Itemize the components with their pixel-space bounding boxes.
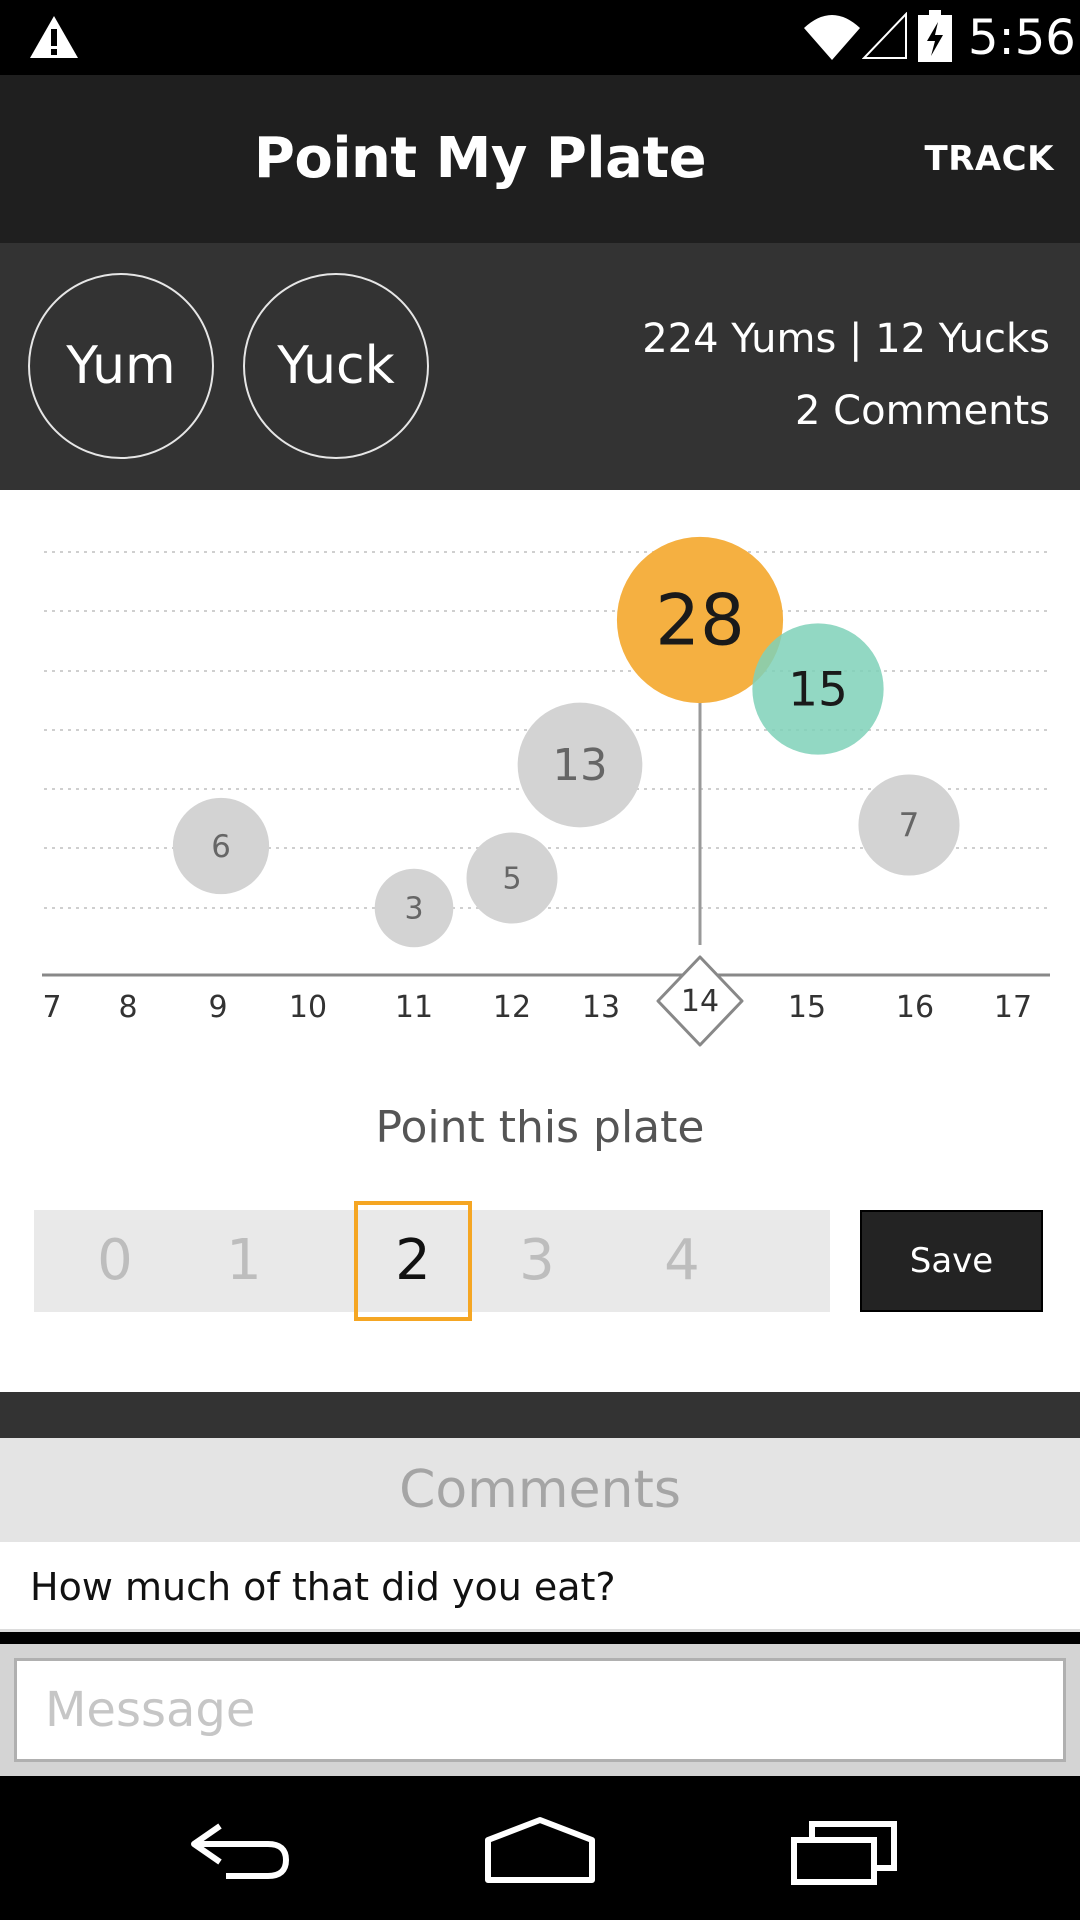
point-option-2[interactable]: 2 xyxy=(354,1201,472,1321)
tick-label: 12 xyxy=(493,990,531,1025)
recents-icon[interactable] xyxy=(790,1806,900,1890)
point-option-3[interactable]: 3 xyxy=(478,1210,596,1312)
comments-count: 2 Comments xyxy=(795,388,1050,434)
tick-label: 7 xyxy=(42,990,61,1025)
comment-text: How much of that did you eat? xyxy=(30,1565,616,1609)
app-bar: Point My Plate TRACK xyxy=(0,75,1080,243)
bubble-label: 6 xyxy=(211,829,231,865)
wifi-icon xyxy=(804,15,860,60)
clock: 5:56 xyxy=(968,10,1076,66)
signal-icon xyxy=(862,12,907,59)
tick-label: 13 xyxy=(582,990,620,1025)
point-picker: 0 1 2 3 4 xyxy=(34,1201,830,1321)
yuck-button[interactable]: Yuck xyxy=(243,273,429,459)
track-button[interactable]: TRACK xyxy=(925,75,1055,243)
bubble-label: 13 xyxy=(552,741,607,791)
point-option-0[interactable]: 0 xyxy=(56,1210,174,1312)
tick-label: 8 xyxy=(118,990,137,1025)
tick-label-selected: 14 xyxy=(681,984,719,1019)
page-title: Point My Plate xyxy=(253,126,707,191)
bubble-label: 5 xyxy=(502,862,521,897)
tick-label: 10 xyxy=(289,990,327,1025)
bubble-label: 15 xyxy=(788,662,848,717)
status-bar: 5:56 xyxy=(0,0,1080,75)
yum-yuck-summary: 224 Yums | 12 Yucks xyxy=(642,316,1050,362)
warning-icon xyxy=(30,16,78,58)
battery-charging-icon xyxy=(918,10,952,62)
nav-bar xyxy=(0,1776,1080,1920)
tick-label: 9 xyxy=(208,990,227,1025)
bubble-label: 7 xyxy=(899,806,920,844)
comments-header: Comments xyxy=(0,1438,1080,1542)
section-divider xyxy=(0,1392,1080,1438)
message-input[interactable] xyxy=(14,1658,1066,1762)
tick-label: 16 xyxy=(896,990,934,1025)
message-bar xyxy=(0,1644,1080,1776)
rating-bar: Yum Yuck 224 Yums | 12 Yucks 2 Comments xyxy=(0,243,1080,490)
tick-label: 15 xyxy=(788,990,826,1025)
home-icon[interactable] xyxy=(484,1806,596,1890)
point-option-1[interactable]: 1 xyxy=(185,1210,303,1312)
points-chart: 6 3 5 13 7 28 15 7 8 9 10 11 12 13 15 16 17 14 xyxy=(42,536,1050,1047)
comment-item: How much of that did you eat? xyxy=(0,1542,1080,1632)
point-this-plate-label: Point this plate xyxy=(375,1102,705,1153)
bubble-label: 3 xyxy=(404,892,423,927)
rating-stats: 224 Yums | 12 Yucks 2 Comments xyxy=(642,303,1050,447)
yum-button[interactable]: Yum xyxy=(28,273,214,459)
save-button[interactable]: Save xyxy=(860,1210,1043,1312)
point-option-4[interactable]: 4 xyxy=(623,1210,741,1312)
points-chart-area: 6 3 5 13 7 28 15 7 8 9 10 11 12 13 15 16 17 14 Point this… xyxy=(0,490,1080,1392)
tick-label: 11 xyxy=(395,990,433,1025)
back-icon[interactable] xyxy=(186,1806,294,1890)
bubble-label: 28 xyxy=(655,580,745,662)
tick-label: 17 xyxy=(994,990,1032,1025)
